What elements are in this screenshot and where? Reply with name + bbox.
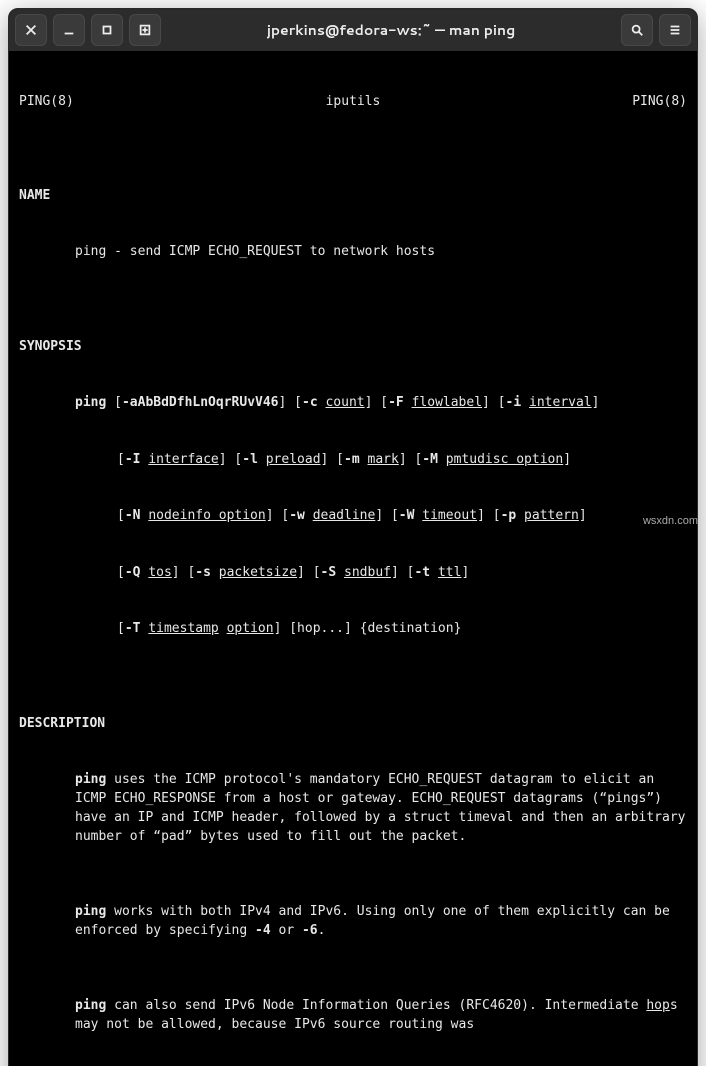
syn-m: -m — [344, 452, 360, 467]
minimize-icon — [62, 23, 76, 37]
titlebar-right-group — [621, 14, 691, 46]
p2-or: or — [271, 923, 302, 938]
syn-M: -M — [422, 452, 438, 467]
p2-flag4: -4 — [255, 923, 271, 938]
man-header-row: PING(8) iputils PING(8) — [19, 93, 687, 112]
syn-Q: -Q — [125, 565, 141, 580]
section-description-heading: DESCRIPTION — [19, 715, 687, 734]
window-title: jperkins@fedora-ws:~ — man ping — [167, 20, 615, 40]
syn-tail: [hop...] {destination} — [289, 621, 461, 636]
p3-text-a: can also send IPv6 Node Information Quer… — [106, 998, 646, 1013]
man-header-left: PING(8) — [19, 93, 74, 112]
maximize-icon — [100, 23, 114, 37]
p3-bold: ping — [75, 998, 106, 1013]
syn-packetsize: packetsize — [219, 565, 297, 580]
syn-deadline: deadline — [313, 508, 376, 523]
syn-cmd: ping — [75, 395, 106, 410]
syn-interval: interval — [529, 395, 592, 410]
p1-bold: ping — [75, 772, 106, 787]
synopsis-line-2: [-I interface] [-l preload] [-m mark] [-… — [117, 451, 687, 470]
terminal-window: jperkins@fedora-ws:~ — man ping PING(8) … — [8, 8, 698, 1066]
name-line: ping - send ICMP ECHO_REQUEST to network… — [75, 243, 687, 262]
syn-p: -p — [501, 508, 517, 523]
syn-option: option — [227, 621, 274, 636]
synopsis-line-1: ping [-aAbBdDfhLnOqrRUvV46] [-c count] [… — [75, 394, 687, 413]
syn-l: -l — [242, 452, 258, 467]
syn-w: -w — [289, 508, 305, 523]
search-button[interactable] — [621, 14, 653, 46]
syn-S: -S — [321, 565, 337, 580]
new-tab-icon — [138, 23, 152, 37]
maximize-button[interactable] — [91, 14, 123, 46]
man-header-center: iputils — [74, 93, 632, 112]
search-icon — [630, 23, 644, 37]
syn-nodeinfo: nodeinfo option — [148, 508, 265, 523]
p2-dot: . — [318, 923, 326, 938]
close-button[interactable] — [15, 14, 47, 46]
syn-interface: interface — [148, 452, 218, 467]
syn-pmtudisc: pmtudisc option — [446, 452, 563, 467]
minimize-button[interactable] — [53, 14, 85, 46]
syn-W: -W — [399, 508, 415, 523]
syn-tos: tos — [148, 565, 171, 580]
syn-timeout: timeout — [422, 508, 477, 523]
titlebar: jperkins@fedora-ws:~ — man ping — [9, 9, 697, 51]
syn-c: -c — [302, 395, 318, 410]
p2-flag6: -6 — [302, 923, 318, 938]
p2-bold: ping — [75, 904, 106, 919]
watermark: wsxdn.com — [643, 515, 698, 527]
syn-flags: -aAbBdDfhLnOqrRUvV46 — [122, 395, 279, 410]
syn-mark: mark — [368, 452, 399, 467]
syn-timestamp: timestamp — [148, 621, 218, 636]
synopsis-line-3: [-N nodeinfo option] [-w deadline] [-W t… — [117, 507, 687, 526]
synopsis-line-5: [-T timestamp option] [hop...] {destinat… — [117, 620, 687, 639]
desc-paragraph-1: ping uses the ICMP protocol's mandatory … — [75, 771, 687, 846]
synopsis-line-4: [-Q tos] [-s packetsize] [-S sndbuf] [-t… — [117, 564, 687, 583]
syn-T: -T — [125, 621, 141, 636]
section-synopsis-heading: SYNOPSIS — [19, 338, 687, 357]
titlebar-left-group — [15, 14, 161, 46]
syn-s: -s — [195, 565, 211, 580]
section-name-heading: NAME — [19, 187, 687, 206]
syn-flowlabel: flowlabel — [412, 395, 482, 410]
terminal-viewport[interactable]: PING(8) iputils PING(8) NAME ping - send… — [9, 51, 697, 1066]
syn-N: -N — [125, 508, 141, 523]
syn-preload: preload — [266, 452, 321, 467]
hamburger-icon — [668, 23, 682, 37]
syn-I: -I — [125, 452, 141, 467]
man-header-right: PING(8) — [632, 93, 687, 112]
syn-i: -i — [506, 395, 522, 410]
desc-paragraph-3: ping can also send IPv6 Node Information… — [75, 997, 687, 1035]
p1-text: uses the ICMP protocol's mandatory ECHO_… — [75, 772, 693, 844]
p2-text-a: works with both IPv4 and IPv6. Using onl… — [75, 904, 678, 938]
syn-count: count — [325, 395, 364, 410]
syn-sndbuf: sndbuf — [344, 565, 391, 580]
syn-ttl: ttl — [438, 565, 461, 580]
menu-button[interactable] — [659, 14, 691, 46]
desc-paragraph-2: ping works with both IPv4 and IPv6. Usin… — [75, 903, 687, 941]
close-icon — [24, 23, 38, 37]
new-tab-button[interactable] — [129, 14, 161, 46]
syn-F: -F — [388, 395, 404, 410]
syn-t: -t — [414, 565, 430, 580]
p3-hop: hop — [646, 998, 669, 1013]
syn-pattern: pattern — [524, 508, 579, 523]
